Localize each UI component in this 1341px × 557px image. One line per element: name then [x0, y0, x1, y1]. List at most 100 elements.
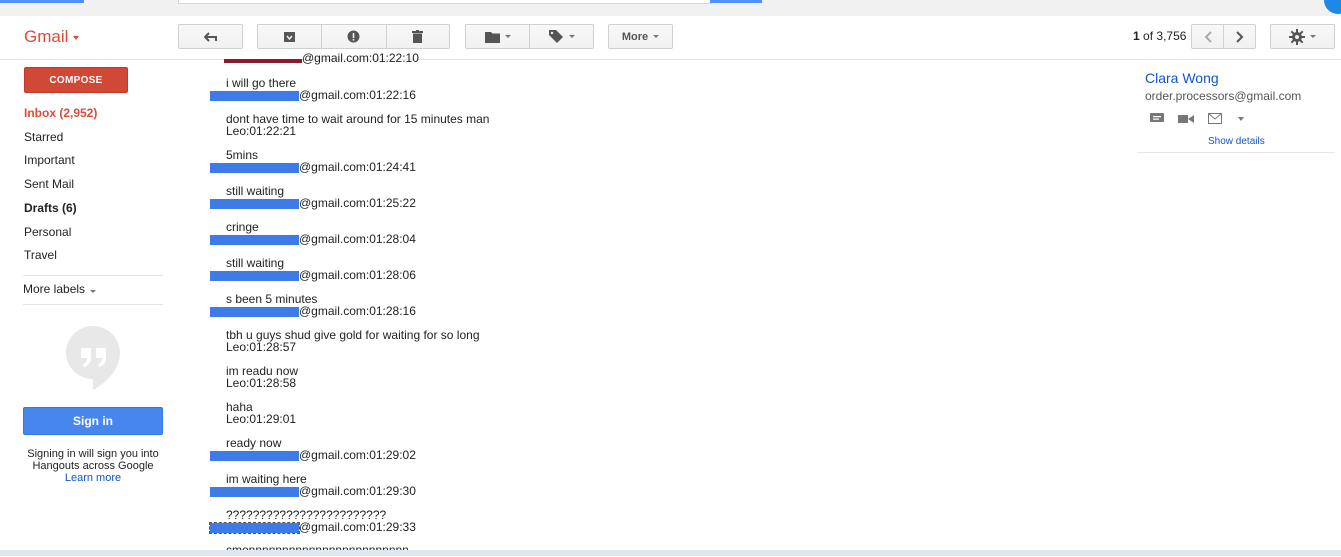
message-sender-line: @gmail.com:01:29:02	[210, 448, 416, 462]
redaction-bar	[210, 234, 299, 245]
redaction-bar[interactable]	[209, 521, 300, 534]
message-sender: @gmail.com:01:28:04	[299, 232, 416, 246]
sign-in-description: Signing in will sign you into Hangouts a…	[27, 448, 159, 472]
message-sender-line: @gmail.com:01:24:41	[210, 160, 416, 174]
chevron-down-icon	[653, 35, 660, 38]
delete-button[interactable]	[385, 25, 449, 48]
sidebar-item-travel[interactable]: Travel	[24, 248, 57, 262]
message-sender: Leo:01:22:21	[226, 124, 297, 138]
message-sender-line: @gmail.com:01:28:04	[210, 232, 416, 246]
sidebar-divider	[23, 275, 163, 276]
message-sender-line: @gmail.com:01:25:22	[210, 196, 416, 210]
message-sender-line: @gmail.com:01:28:06	[210, 268, 416, 282]
video-call-icon[interactable]	[1178, 114, 1194, 124]
pager-range: 1	[1133, 29, 1140, 43]
older-button[interactable]	[1223, 25, 1255, 48]
account-avatar[interactable]	[1324, 0, 1341, 14]
settings-button[interactable]	[1270, 24, 1335, 49]
contact-divider	[1137, 152, 1335, 153]
redaction-bar	[210, 162, 299, 173]
report-spam-button[interactable]	[321, 25, 385, 48]
sidebar-divider	[23, 304, 163, 305]
message-sender: @gmail.com:01:22:16	[299, 88, 416, 102]
message-sender: @gmail.com:01:29:33	[299, 520, 416, 534]
pager-button-group	[1191, 24, 1256, 49]
action-button-group	[257, 24, 450, 49]
chevron-right-icon	[1235, 30, 1243, 43]
pagination-count: 1 of 3,756	[1133, 29, 1186, 43]
contact-actions	[1150, 113, 1244, 124]
sidebar-item-important[interactable]: Important	[24, 153, 75, 167]
chevron-left-icon	[1204, 30, 1212, 43]
message-sender-line: @gmail.com:01:28:16	[210, 304, 416, 318]
more-button-label: More	[621, 30, 649, 43]
chevron-down-icon	[1310, 35, 1316, 38]
hangouts-sign-in-button[interactable]: Sign in	[23, 407, 163, 435]
move-label-group	[465, 24, 594, 49]
more-button[interactable]: More	[608, 24, 673, 49]
redaction-bar	[210, 486, 299, 497]
move-to-button[interactable]	[466, 25, 529, 48]
message-sender: @gmail.com:01:25:22	[299, 196, 416, 210]
message-sender-line: @gmail.com:01:22:10	[210, 51, 419, 65]
pager-of: of	[1143, 29, 1154, 43]
show-details-link[interactable]: Show details	[1208, 136, 1265, 147]
gmail-logo-text: Gmail	[24, 27, 69, 46]
more-labels-text: More labels	[23, 282, 86, 296]
search-input[interactable]	[178, 0, 712, 4]
labels-button[interactable]	[529, 25, 593, 48]
sidebar-item-starred[interactable]: Starred	[24, 130, 63, 144]
toolbar: Gmail More 1 of 3,756	[0, 16, 1341, 60]
chevron-down-icon[interactable]	[1238, 116, 1244, 121]
back-button[interactable]	[178, 24, 243, 49]
email-icon[interactable]	[1208, 113, 1222, 124]
sidebar-item-inbox[interactable]: Inbox (2,952)	[24, 106, 97, 120]
chevron-down-icon	[568, 35, 575, 38]
redaction-bar	[210, 306, 299, 317]
chevron-down-icon	[504, 35, 511, 38]
chevron-down-icon	[73, 35, 80, 40]
message-sender: @gmail.com:01:29:02	[299, 448, 416, 462]
chevron-down-icon	[90, 290, 97, 293]
top-accent	[0, 0, 84, 3]
trash-icon	[412, 30, 424, 43]
hangouts-icon	[66, 326, 120, 390]
learn-more-link[interactable]: Learn more	[65, 472, 121, 484]
newer-button[interactable]	[1192, 25, 1223, 48]
top-bar	[0, 0, 1341, 16]
more-labels-link[interactable]: More labels	[23, 282, 97, 296]
gear-icon	[1289, 28, 1305, 45]
compose-button[interactable]: COMPOSE	[24, 67, 128, 93]
sidebar-item-drafts[interactable]: Drafts (6)	[24, 201, 77, 215]
message-sender-line: @gmail.com:01:22:16	[210, 88, 416, 102]
redaction-bar	[210, 198, 299, 209]
search-button[interactable]	[710, 0, 762, 3]
message-sender-line: @gmail.com:01:29:33	[209, 520, 416, 534]
sidebar-item-personal[interactable]: Personal	[24, 225, 71, 239]
message-sender: Leo:01:28:58	[226, 376, 297, 390]
redaction-bar	[224, 59, 302, 63]
chat-icon[interactable]	[1150, 113, 1164, 124]
back-arrow-icon	[203, 31, 217, 42]
gmail-menu[interactable]: Gmail	[24, 27, 80, 47]
report-spam-icon	[347, 30, 360, 43]
message-sender: @gmail.com:01:28:06	[299, 268, 416, 282]
pager-total: 3,756	[1156, 29, 1187, 43]
message-sender: @gmail.com:01:29:30	[299, 484, 416, 498]
message-sender: Leo:01:28:57	[226, 340, 297, 354]
redaction-bar	[210, 90, 299, 101]
folder-icon	[484, 31, 500, 43]
message-sender-line: @gmail.com:01:29:30	[210, 484, 416, 498]
bottom-scroll-bar	[0, 550, 1341, 556]
message-sender: @gmail.com:01:28:16	[299, 304, 416, 318]
hangouts-sign-in-text: Signing in will sign you into Hangouts a…	[23, 448, 163, 484]
sidebar-item-sent-mail[interactable]: Sent Mail	[24, 177, 74, 191]
contact-name[interactable]: Clara Wong	[1145, 70, 1219, 86]
redaction-bar	[210, 450, 299, 461]
archive-button[interactable]	[258, 25, 321, 48]
label-tag-icon	[548, 30, 563, 43]
contact-email: order.processors@gmail.com	[1145, 89, 1302, 103]
redaction-bar	[210, 270, 299, 281]
archive-icon	[284, 31, 296, 42]
message-sender: Leo:01:29:01	[226, 412, 297, 426]
